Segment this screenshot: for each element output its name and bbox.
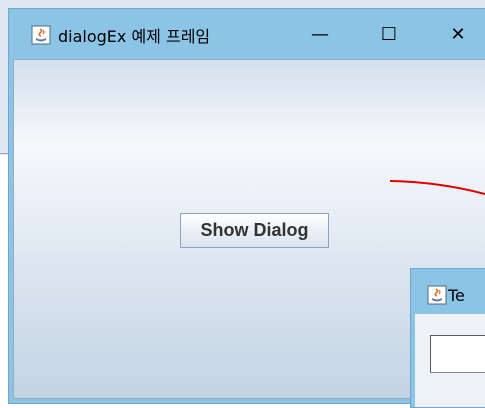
dialog-text-field[interactable] — [430, 335, 485, 373]
java-icon — [31, 25, 51, 45]
dialog-window: Te — [410, 268, 485, 408]
show-dialog-button[interactable]: Show Dialog — [180, 213, 329, 248]
dialog-content — [415, 314, 485, 407]
maximize-button[interactable]: ☐ — [369, 17, 409, 51]
window-title: dialogEx 예제 프레임 — [58, 27, 211, 46]
title-bar[interactable]: dialogEx 예제 프레임 — ☐ ✕ — [9, 9, 485, 59]
minimize-button[interactable]: — — [300, 17, 340, 51]
close-button[interactable]: ✕ — [438, 17, 478, 51]
java-icon — [427, 285, 447, 305]
dialog-title: Te — [448, 286, 465, 305]
